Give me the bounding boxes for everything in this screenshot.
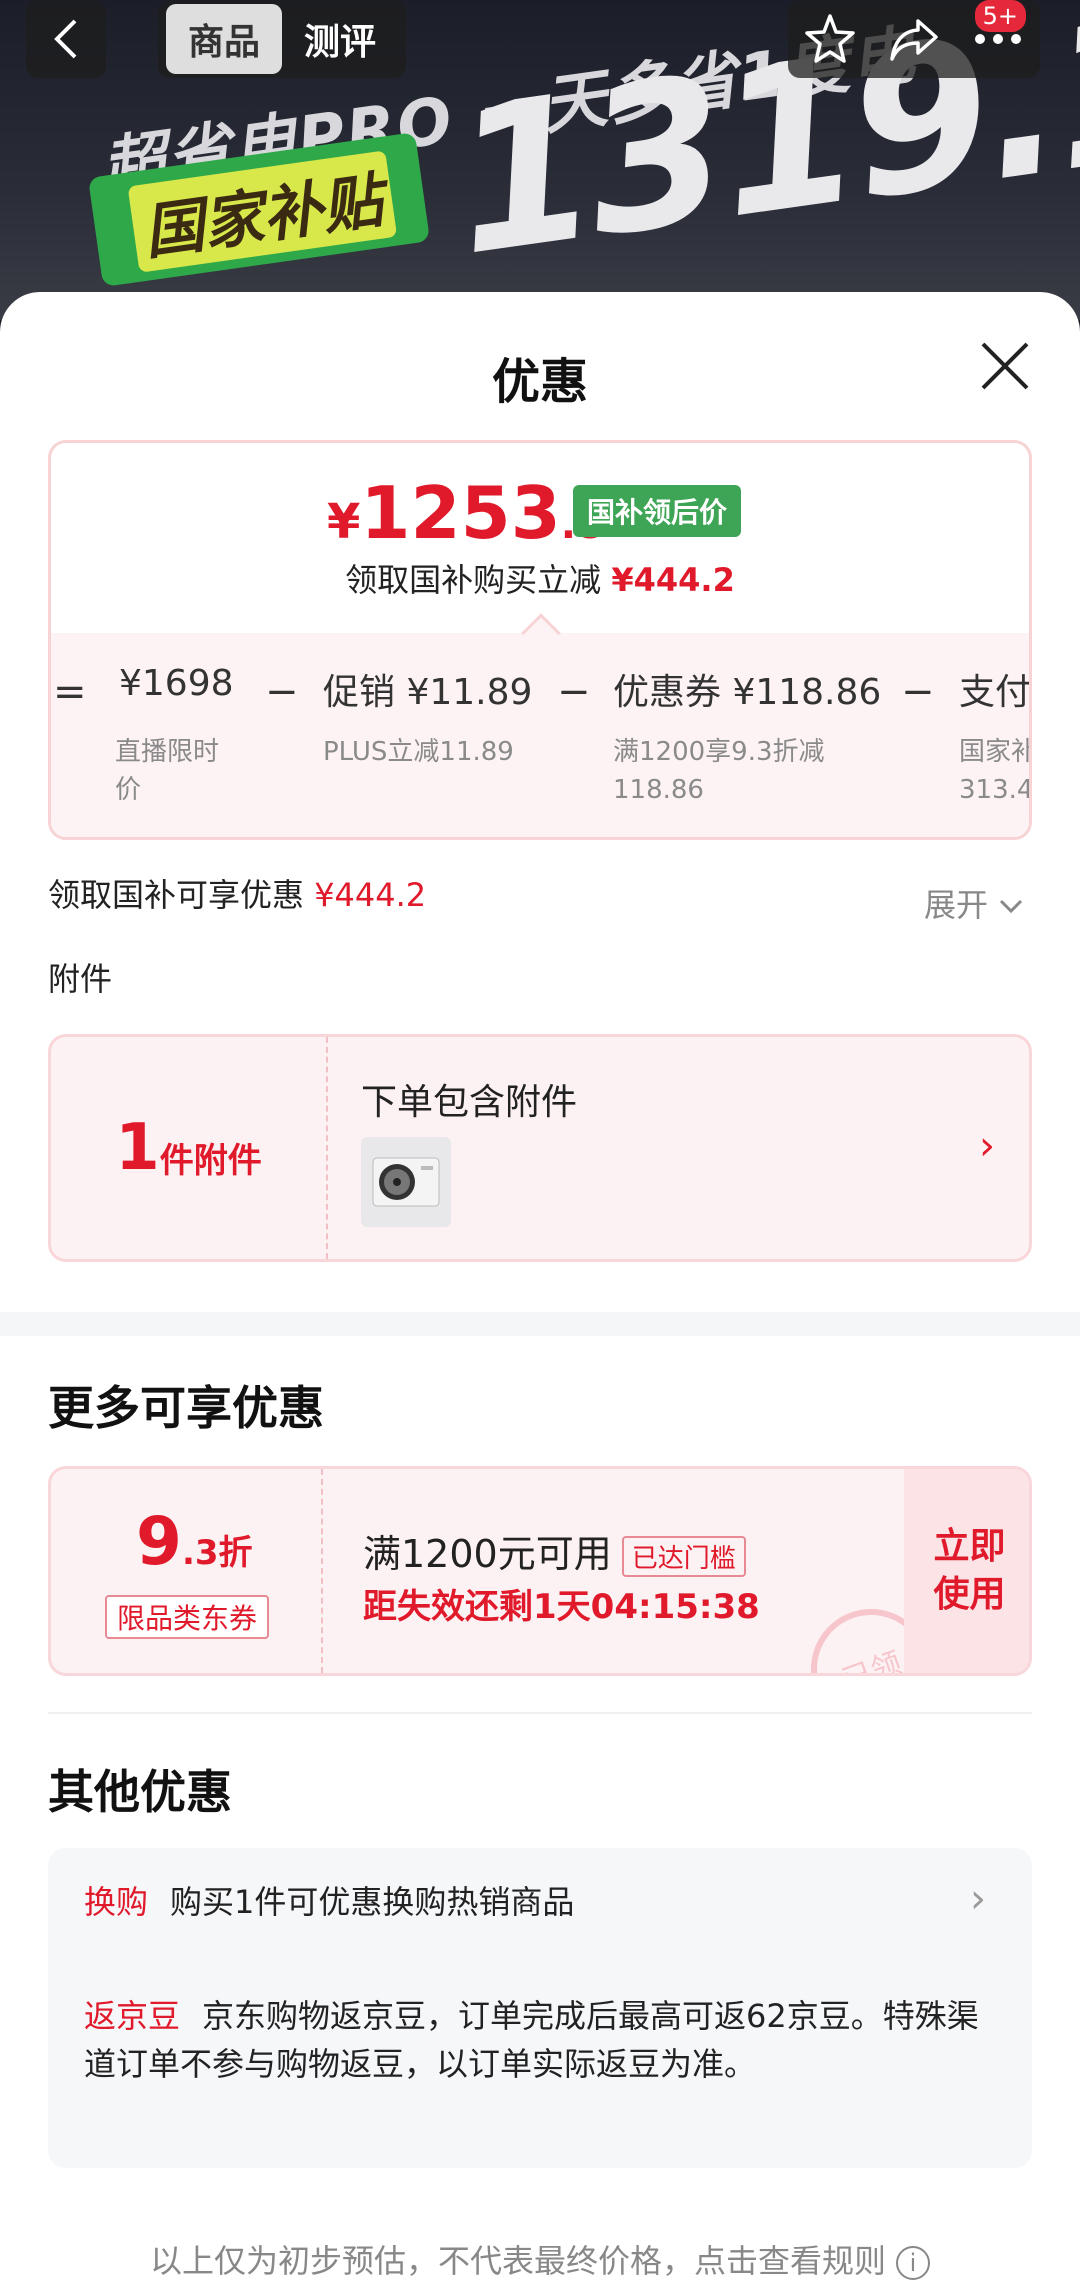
gov-subsidy-value: ¥444.2 [314,876,427,914]
trade-in-row[interactable]: 换购 购买1件可优惠换购热销商品 [84,1878,984,1926]
equals-operator: = [53,669,87,715]
coupon-condition: 满1200元可用 [363,1532,612,1576]
calc-coupon-desc: 满1200享9.3折减 118.86 [613,737,825,805]
accessory-title: 下单包含附件 [361,1082,578,1123]
chevron-right-icon: › [970,1876,986,1922]
coupon-countdown: 距失效还剩1天04:15:38 [363,1587,760,1627]
accessory-thumbnail [361,1137,451,1227]
jingdou-label: 返京豆 [84,1997,181,2035]
coupon-discount-int: 9 [136,1503,182,1580]
price-integer: 1253 [360,471,561,555]
calc-promo: 促销 ¥11.89 [323,672,533,713]
gov-subsidy-row: 领取国补可享优惠 ¥444.2 [48,870,426,916]
price-currency: ¥ [327,494,361,550]
accessory-count-number: 1 [115,1111,160,1185]
trade-in-label: 换购 [84,1883,149,1921]
chevron-right-icon: › [979,1123,995,1169]
chevron-left-icon [54,19,77,59]
minus-operator: − [557,669,591,715]
star-icon[interactable] [802,11,858,67]
accessory-card[interactable]: 1 件附件 下单包含附件 › [48,1034,1032,1262]
notification-badge: 5+ [974,0,1026,32]
footer-note[interactable]: 以上仅为初步预估，不代表最终价格，点击查看规则 i [0,2236,1080,2282]
savings-line: 领取国补购买立减 ¥444.2 [51,555,1029,601]
calc-live-price: ¥1698 [119,663,234,704]
fan-unit-icon [372,1157,440,1207]
use-now-button[interactable]: 立即 使用 [904,1469,1029,1673]
more-offers-title: 更多可享优惠 [48,1381,324,1435]
accessory-section-label: 附件 [48,960,113,998]
calc-promo-desc: PLUS立减11.89 [323,737,514,767]
minus-operator: − [901,669,935,715]
coupon-discount-dec: .3折 [181,1533,253,1573]
other-offers-title: 其他优惠 [48,1765,232,1819]
footer-text: 以上仅为初步预估，不代表最终价格，点击查看规则 [149,2242,886,2280]
sheet-title: 优惠 [491,354,588,410]
gov-subsidy-label: 领取国补可享优惠 [48,876,305,914]
coupon-type-tag: 限品类东券 [105,1595,270,1639]
dashed-divider [321,1469,323,1673]
back-button[interactable] [26,0,106,78]
tab-product[interactable]: 商品 [166,4,282,74]
calc-payment-desc: 国家补 313.45 [959,737,1032,805]
trade-in-text: 购买1件可优惠换购热销商品 [170,1883,575,1921]
final-price: ¥1253.8 [327,471,604,555]
share-icon[interactable] [886,11,942,67]
expand-button[interactable]: 展开 [924,880,1024,926]
close-icon[interactable] [975,336,1035,396]
info-icon: i [896,2246,930,2280]
accessory-count-unit: 件附件 [159,1140,262,1181]
tab-review[interactable]: 测评 [282,4,398,74]
coupon-discount: 9.3折 [136,1503,253,1580]
coupon-card: 9.3折 限品类东券 满1200元可用 已达门槛 距失效还剩1天04:15:38 … [48,1466,1032,1676]
savings-value: ¥444.2 [611,561,735,599]
expand-label: 展开 [924,886,989,924]
header-tabs: 商品 测评 [158,0,406,78]
calc-payment: 支付 [959,672,1032,713]
price-breakdown-card: ¥1253.8 国补领后价 领取国补购买立减 ¥444.2 = ¥1698 直播… [48,440,1032,840]
jingdou-row: 返京豆 京东购物返京豆，订单完成后最高可返62京豆。特殊渠道订单不参与购物返豆，以… [84,1992,984,2088]
minus-operator: − [265,669,299,715]
dashed-divider [326,1037,328,1259]
other-offers-card: 换购 购买1件可优惠换购热销商品 › 返京豆 京东购物返京豆，订单完成后最高可返62… [48,1848,1032,2168]
savings-label: 领取国补购买立减 [345,561,602,599]
accessory-count: 1 件附件 [51,1037,326,1259]
divider [48,1712,1032,1714]
section-separator [0,1312,1080,1336]
threshold-reached-tag: 已达门槛 [621,1536,746,1577]
header-actions: 5+ [788,0,1040,78]
jingdou-text: 京东购物返京豆，订单完成后最高可返62京豆。特殊渠道订单不参与购物返豆，以订单实… [84,1997,979,2083]
coupon-condition-row: 满1200元可用 已达门槛 [363,1523,746,1578]
calc-live-price-desc: 直播限时 价 [115,737,220,805]
coupon-left: 9.3折 限品类东券 [51,1469,321,1673]
calc-coupon: 优惠券 ¥118.86 [613,672,882,713]
gov-subsidy-price-tag: 国补领后价 [573,485,742,537]
hero-subsidy-text: 国家补贴 [127,150,398,273]
chevron-down-icon [1000,899,1023,914]
